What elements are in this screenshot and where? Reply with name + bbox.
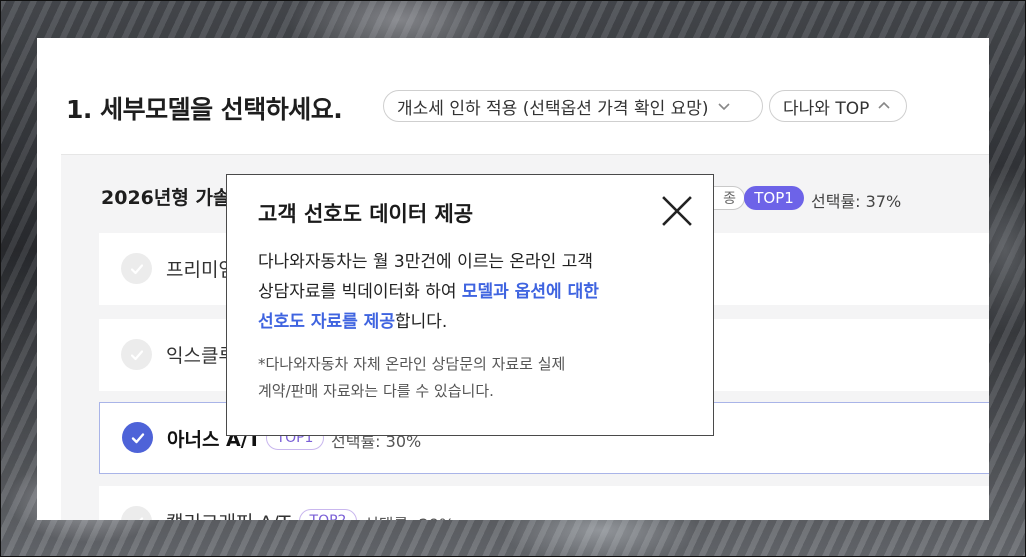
tax-filter-label: 개소세 인하 적용 (선택옵션 가격 확인 요망) <box>397 98 709 119</box>
modal-text: 합니다. <box>394 312 448 332</box>
modal-text-line: 다나와자동차는 월 3만건에 이르는 온라인 고객 <box>258 252 593 272</box>
check-icon[interactable] <box>122 422 153 453</box>
modal-text: 상담자료를 빅데이터화 하여 <box>258 282 462 302</box>
selection-rate: 선택률: 37% <box>811 192 902 211</box>
selection-rate: 선택률: 29% <box>364 511 454 520</box>
page-title: 1. 세부모델을 선택하세요. <box>66 95 343 124</box>
trim-option[interactable]: 캘리그래피 A/T TOP2 선택률: 29% <box>99 486 989 520</box>
modal-text-line: 선호도 자료를 제공합니다. <box>258 307 678 337</box>
top-rank-badge: TOP1 <box>744 186 804 210</box>
modal-description: 다나와자동차는 월 3만건에 이르는 온라인 고객 상담자료를 빅데이터화 하여… <box>258 247 678 337</box>
danawa-top-label: 다나와 TOP <box>783 98 870 119</box>
check-icon[interactable] <box>121 506 152 520</box>
preference-data-modal: 고객 선호도 데이터 제공 다나와자동차는 월 3만건에 이르는 온라인 고객 … <box>226 174 714 436</box>
model-group-title: 2026년형 가솔 <box>101 187 231 209</box>
modal-title: 고객 선호도 데이터 제공 <box>258 202 474 226</box>
modal-highlight-text: 모델과 옵션에 대한 <box>461 282 599 302</box>
modal-disclaimer: *다나와자동차 자체 온라인 상담문의 자료로 실제 계약/판매 자료와는 다를… <box>258 351 678 405</box>
disclaimer-line: 계약/판매 자료와는 다를 수 있습니다. <box>258 382 494 400</box>
trim-option-label: 캘리그래피 A/T <box>166 508 290 520</box>
chevron-down-icon <box>718 103 730 111</box>
disclaimer-line: *다나와자동차 자체 온라인 상담문의 자료로 실제 <box>258 355 566 373</box>
modal-highlight-text: 선호도 자료를 제공 <box>258 312 395 332</box>
check-icon[interactable] <box>121 339 152 370</box>
modal-text-line: 상담자료를 빅데이터화 하여 모델과 옵션에 대한 <box>258 277 678 307</box>
danawa-top-toggle[interactable]: 다나와 TOP <box>769 90 907 122</box>
chevron-up-icon <box>878 101 890 109</box>
check-icon[interactable] <box>121 253 152 284</box>
tax-filter-dropdown[interactable]: 개소세 인하 적용 (선택옵션 가격 확인 요망) <box>383 90 763 122</box>
top-rank-badge: TOP2 <box>299 509 357 520</box>
close-icon[interactable] <box>660 194 694 228</box>
